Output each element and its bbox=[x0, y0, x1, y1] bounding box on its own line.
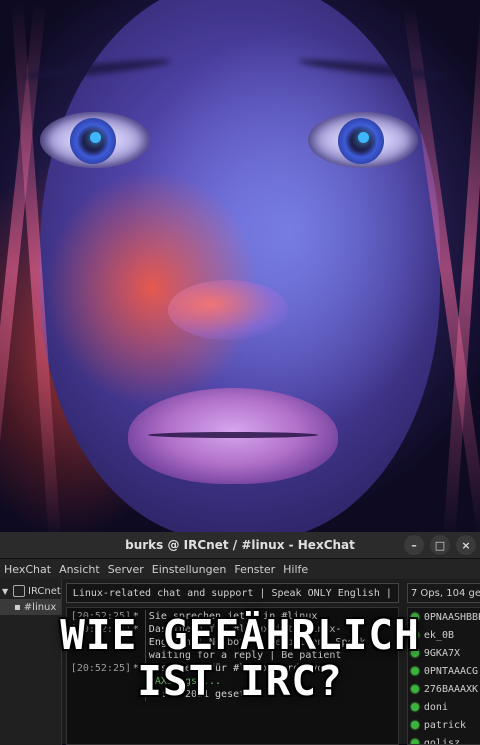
expand-arrow-icon[interactable]: ▼ bbox=[2, 587, 10, 596]
close-button[interactable]: × bbox=[456, 535, 476, 555]
online-status-icon bbox=[411, 739, 419, 745]
left-iris bbox=[70, 118, 116, 164]
menu-fenster[interactable]: Fenster bbox=[234, 563, 283, 576]
online-status-icon bbox=[411, 703, 419, 711]
user-list-item[interactable]: patrick bbox=[408, 716, 480, 734]
menu-hilfe[interactable]: Hilfe bbox=[283, 563, 316, 576]
hero-portrait-image bbox=[0, 0, 480, 532]
nose bbox=[168, 280, 288, 340]
maximize-button[interactable]: □ bbox=[430, 535, 450, 555]
right-iris bbox=[338, 118, 384, 164]
topic-bar[interactable]: Linux-related chat and support | Speak O… bbox=[66, 583, 399, 603]
online-status-icon bbox=[411, 721, 419, 729]
menu-ansicht[interactable]: Ansicht bbox=[59, 563, 108, 576]
user-count: 7 Ops, 104 ges bbox=[407, 583, 480, 603]
user-list-item[interactable]: golisz bbox=[408, 734, 480, 745]
network-name: IRCnet bbox=[28, 586, 61, 597]
menu-server[interactable]: Server bbox=[108, 563, 152, 576]
channel-icon: ▪ bbox=[14, 602, 21, 613]
headline-line-1: WIE GEFÄHRLICH bbox=[0, 612, 480, 658]
channel-name: #linux bbox=[24, 602, 57, 613]
menubar: HexChat Ansicht Server Einstellungen Fen… bbox=[0, 559, 480, 579]
window-titlebar[interactable]: burks @ IRCnet / #linux - HexChat – □ × bbox=[0, 532, 480, 559]
minimize-button[interactable]: – bbox=[404, 535, 424, 555]
network-icon bbox=[13, 585, 25, 597]
headline-line-2: IST IRC? bbox=[0, 658, 480, 704]
lips bbox=[128, 388, 338, 484]
right-eye bbox=[308, 112, 418, 168]
menu-hexchat[interactable]: HexChat bbox=[4, 563, 59, 576]
menu-einstellungen[interactable]: Einstellungen bbox=[152, 563, 235, 576]
topic-text: Linux-related chat and support | Speak O… bbox=[73, 588, 392, 599]
window-title: burks @ IRCnet / #linux - HexChat bbox=[125, 538, 355, 552]
left-eye bbox=[40, 112, 150, 168]
headline: WIE GEFÄHRLICH IST IRC? bbox=[0, 612, 480, 704]
window-controls: – □ × bbox=[404, 535, 476, 555]
tree-item-network[interactable]: ▼ IRCnet bbox=[0, 583, 61, 599]
user-nick: patrick bbox=[424, 720, 466, 731]
